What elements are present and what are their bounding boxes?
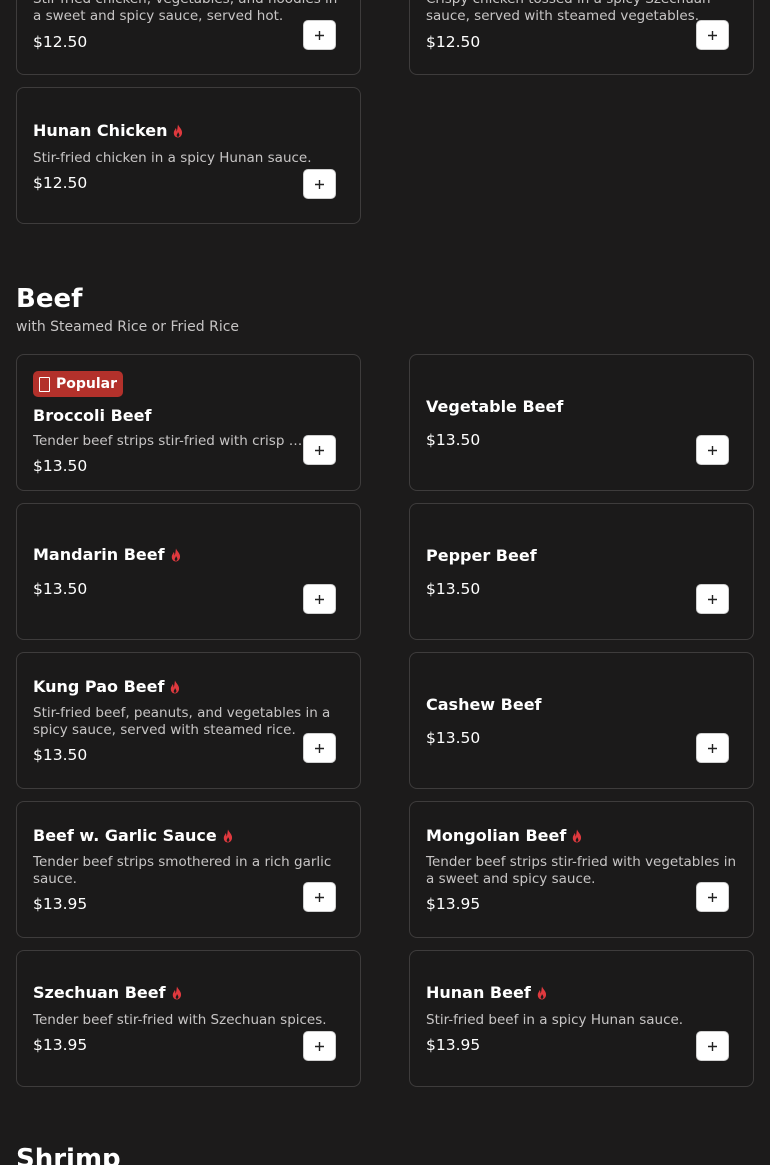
menu-item-card[interactable]: Beef w. Garlic Sauce Tender beef strips … [16,801,361,938]
item-price: $12.50 [426,33,481,51]
menu-item-card[interactable]: Mongolian Beef Tender beef strips stir-f… [409,801,754,938]
item-description: Tender beef stir-fried with Szechuan spi… [33,1012,327,1028]
plus-icon [708,743,717,753]
item-price: $13.95 [33,895,88,913]
popular-badge-icon [39,376,50,392]
item-name: Beef w. Garlic Sauce [33,826,234,845]
flame-icon [571,829,583,843]
item-description: Crispy chicken tossed in a spicy Szechua… [426,0,711,24]
flame-icon [172,124,184,138]
item-name-text: Beef w. Garlic Sauce [33,826,217,845]
add-to-cart-button[interactable] [303,169,336,199]
menu-item-card[interactable]: Szechuan Beef Tender beef stir-fried wit… [16,950,361,1087]
plus-icon [315,30,324,40]
item-description: Tender beef strips stir-fried with veget… [426,854,737,887]
item-name: Szechuan Beef [33,983,183,1002]
item-name: Mandarin Beef [33,545,182,564]
flame-icon [536,986,548,1000]
item-name: Broccoli Beef [33,406,151,425]
item-price: $12.50 [33,33,88,51]
add-to-cart-button[interactable] [303,435,336,465]
plus-icon [708,594,717,604]
item-name-text: Pepper Beef [426,546,537,565]
item-name: Hunan Beef [426,983,548,1002]
item-name-text: Hunan Chicken [33,121,168,140]
menu-item-card[interactable]: Kung Pao Beef Stir-fried beef, peanuts, … [16,652,361,789]
item-price: $13.95 [426,895,481,913]
item-name-text: Mandarin Beef [33,545,165,564]
item-price: $13.50 [33,457,88,475]
menu-item-card[interactable]: Cashew Beef $13.50 [409,652,754,789]
item-price: $13.50 [33,580,88,598]
item-name-text: Cashew Beef [426,695,542,714]
item-price: $13.50 [426,580,481,598]
menu-item-card[interactable]: Popular Broccoli Beef Tender beef strips… [16,354,361,491]
add-to-cart-button[interactable] [696,20,729,50]
plus-icon [315,179,324,189]
add-to-cart-button[interactable] [696,584,729,614]
item-description: Stir-fried beef, peanuts, and vegetables… [33,705,331,738]
add-to-cart-button[interactable] [303,1031,336,1061]
item-name-text: Hunan Beef [426,983,531,1002]
flame-icon [169,680,181,694]
item-price: $13.50 [33,746,88,764]
item-name: Vegetable Beef [426,397,563,416]
item-name: Pepper Beef [426,546,537,565]
add-to-cart-button[interactable] [696,435,729,465]
add-to-cart-button[interactable] [696,882,729,912]
section-subtitle: with Steamed Rice or Fried Rice [16,319,240,335]
plus-icon [315,445,324,455]
item-name: Kung Pao Beef [33,677,181,696]
plus-icon [708,892,717,902]
item-name-text: Kung Pao Beef [33,677,165,696]
item-price: $13.50 [426,729,481,747]
item-price: $13.50 [426,431,481,449]
plus-icon [708,445,717,455]
item-description: Stir-fried beef in a spicy Hunan sauce. [426,1012,684,1028]
plus-icon [315,743,324,753]
item-description: Stir-fried chicken, vegetables, and nood… [33,0,337,24]
badge-label: Popular [56,376,118,392]
item-name-text: Broccoli Beef [33,406,152,425]
add-to-cart-button[interactable] [303,733,336,763]
item-description: Tender beef strips stir-fried with crisp… [33,433,305,449]
item-name-text: Mongolian Beef [426,826,567,845]
popular-badge: Popular [33,371,124,397]
menu-item-card[interactable]: Stir-fried chicken, vegetables, and nood… [16,0,361,75]
item-name-text: Szechuan Beef [33,983,166,1002]
menu-item-card[interactable]: Vegetable Beef $13.50 [409,354,754,491]
plus-icon [315,1041,324,1051]
section-title: Beef [16,284,83,314]
section-title: Shrimp [16,1144,121,1165]
plus-icon [315,892,324,902]
item-name-text: Vegetable Beef [426,397,564,416]
menu-item-card[interactable]: Crispy chicken tossed in a spicy Szechua… [409,0,754,75]
item-name: Mongolian Beef [426,826,583,845]
item-price: $12.50 [33,174,88,192]
add-to-cart-button[interactable] [303,20,336,50]
item-name: Cashew Beef [426,695,542,714]
menu-item-card[interactable]: Pepper Beef $13.50 [409,503,754,640]
flame-icon [222,829,234,843]
item-price: $13.95 [426,1036,481,1054]
flame-icon [170,548,182,562]
item-description: Tender beef strips smothered in a rich g… [33,854,332,887]
add-to-cart-button[interactable] [303,584,336,614]
menu-item-card[interactable]: Hunan Chicken Stir-fried chicken in a sp… [16,87,361,224]
plus-icon [708,30,717,40]
menu-page: Stir-fried chicken, vegetables, and nood… [0,0,770,1165]
menu-item-card[interactable]: Mandarin Beef $13.50 [16,503,361,640]
add-to-cart-button[interactable] [696,733,729,763]
flame-icon [171,986,183,1000]
item-price: $13.95 [33,1036,88,1054]
menu-item-card[interactable]: Hunan Beef Stir-fried beef in a spicy Hu… [409,950,754,1087]
plus-icon [708,1041,717,1051]
item-description: Stir-fried chicken in a spicy Hunan sauc… [33,150,312,166]
plus-icon [315,594,324,604]
add-to-cart-button[interactable] [303,882,336,912]
item-name: Hunan Chicken [33,121,184,140]
add-to-cart-button[interactable] [696,1031,729,1061]
